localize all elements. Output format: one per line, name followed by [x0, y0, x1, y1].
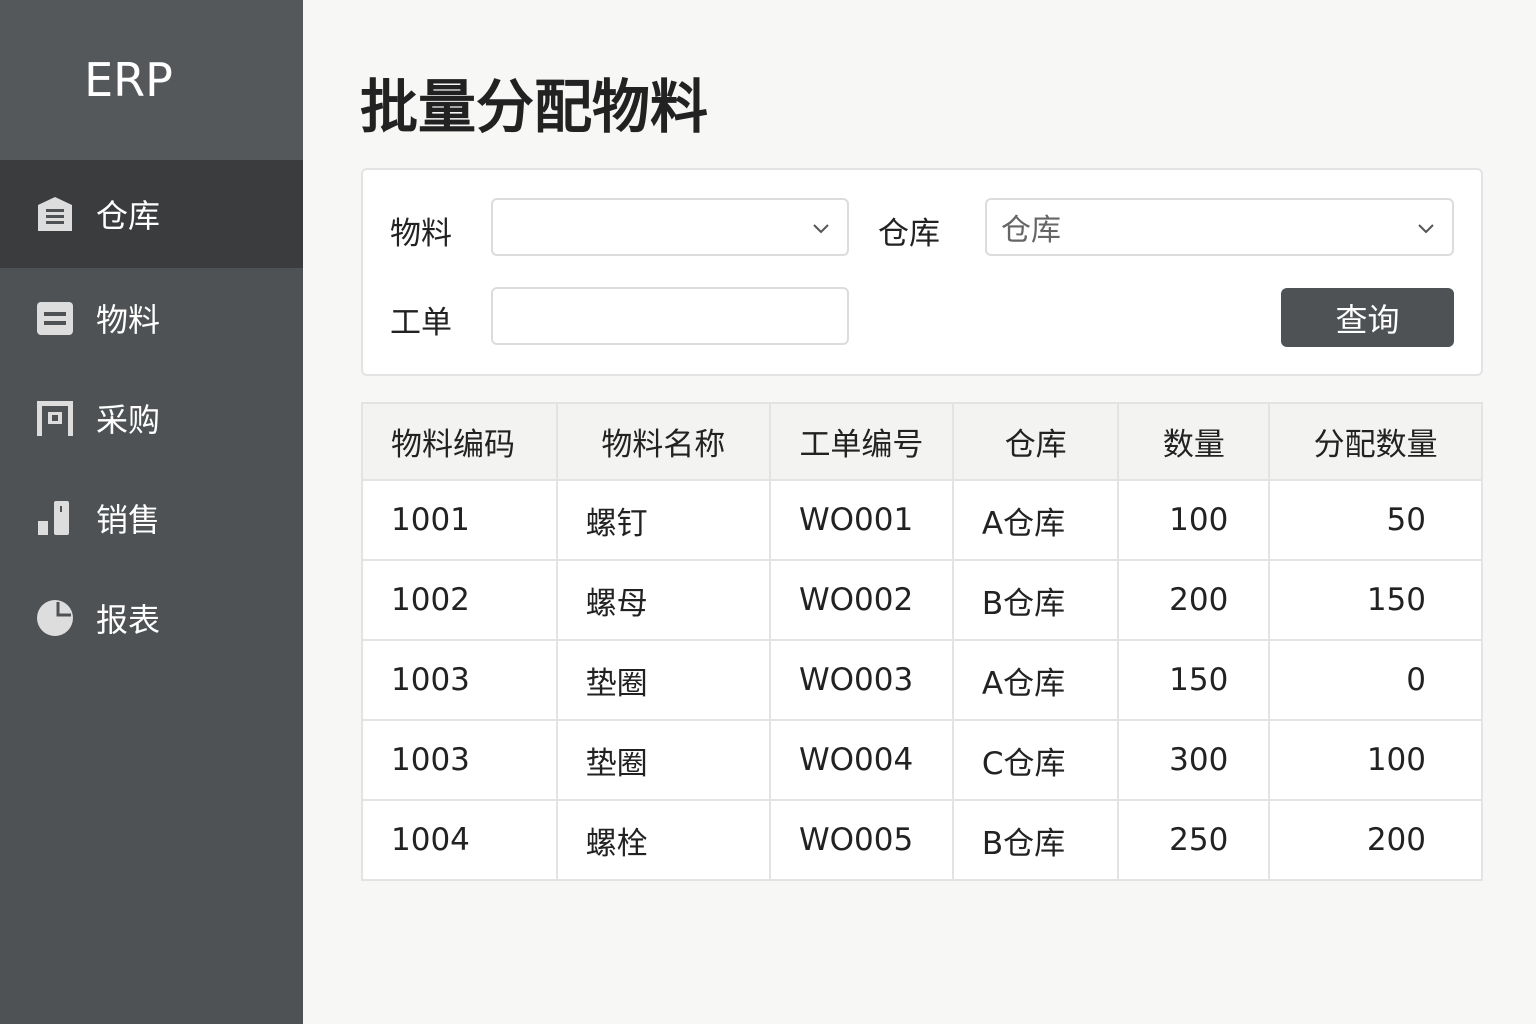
- logo: ERP: [0, 0, 303, 160]
- sidebar-item-label: 销售: [96, 501, 161, 539]
- sidebar-item-purchase[interactable]: 采购: [0, 368, 303, 468]
- table-cell: WO005: [768, 799, 954, 881]
- sidebar-item-sales[interactable]: 销售: [0, 468, 303, 568]
- chevron-down-icon: [813, 224, 829, 234]
- column-header: 物料编码: [361, 402, 558, 481]
- table-cell: 螺栓: [555, 799, 771, 881]
- table-row[interactable]: 1004 螺栓 WO005 B仓库 250 200: [361, 799, 1483, 881]
- table-cell: 300: [1117, 719, 1271, 801]
- sidebar-item-material[interactable]: 物料: [0, 268, 303, 368]
- table-cell: 50: [1268, 479, 1483, 561]
- table-cell: 100: [1268, 719, 1483, 801]
- table-cell: 1001: [361, 479, 558, 561]
- allocation-table: 物料编码 物料名称 工单编号 仓库 数量 分配数量 1001 螺钉 WO001 A仓库 100 50…: [361, 402, 1483, 881]
- column-header: 仓库: [951, 402, 1120, 481]
- sidebar-item-warehouse[interactable]: 仓库: [0, 160, 303, 268]
- material-icon: [37, 302, 73, 335]
- warehouse-select-value: 仓库: [1001, 213, 1061, 248]
- sales-chart-icon: [38, 501, 69, 535]
- table-cell: A仓库: [951, 479, 1120, 561]
- sidebar-item-label: 报表: [96, 601, 161, 639]
- table-cell: WO001: [768, 479, 954, 561]
- table-cell: A仓库: [951, 639, 1120, 721]
- table-cell: 200: [1117, 559, 1271, 641]
- workorder-input[interactable]: [491, 287, 849, 345]
- query-button[interactable]: 查询: [1281, 288, 1454, 347]
- column-header: 分配数量: [1268, 402, 1483, 481]
- table-cell: B仓库: [951, 799, 1120, 881]
- table-row[interactable]: 1003 垫圈 WO003 A仓库 150 0: [361, 639, 1483, 721]
- material-select[interactable]: [491, 198, 849, 256]
- material-label: 物料: [390, 216, 452, 252]
- table-cell: 1002: [361, 559, 558, 641]
- table-row[interactable]: 1003 垫圈 WO004 C仓库 300 100: [361, 719, 1483, 801]
- table-cell: 1003: [361, 719, 558, 801]
- workorder-label: 工单: [390, 305, 452, 341]
- sidebar-item-label: 物料: [96, 301, 161, 339]
- table-cell: 100: [1117, 479, 1271, 561]
- sidebar-item-label: 采购: [96, 401, 161, 439]
- table-cell: 螺钉: [555, 479, 771, 561]
- table-cell: 150: [1117, 639, 1271, 721]
- column-header: 工单编号: [768, 402, 954, 481]
- table-cell: WO003: [768, 639, 954, 721]
- table-cell: WO002: [768, 559, 954, 641]
- table-cell: 1004: [361, 799, 558, 881]
- table-cell: 200: [1268, 799, 1483, 881]
- table-row[interactable]: 1002 螺母 WO002 B仓库 200 150: [361, 559, 1483, 641]
- purchase-icon: [37, 401, 73, 436]
- table-cell: 0: [1268, 639, 1483, 721]
- table-cell: 150: [1268, 559, 1483, 641]
- table-cell: C仓库: [951, 719, 1120, 801]
- column-header: 数量: [1117, 402, 1271, 481]
- sidebar-item-reports[interactable]: 报表: [0, 568, 303, 668]
- table-cell: 250: [1117, 799, 1271, 881]
- sidebar: ERP 仓库 物料 采购 销售 报表: [0, 0, 303, 1024]
- sidebar-item-label: 仓库: [96, 197, 161, 235]
- table-cell: 螺母: [555, 559, 771, 641]
- table-header-row: 物料编码 物料名称 工单编号 仓库 数量 分配数量: [361, 402, 1483, 481]
- table-cell: B仓库: [951, 559, 1120, 641]
- table-row[interactable]: 1001 螺钉 WO001 A仓库 100 50: [361, 479, 1483, 561]
- chevron-down-icon: [1418, 224, 1434, 234]
- table-cell: 垫圈: [555, 719, 771, 801]
- table-cell: 垫圈: [555, 639, 771, 721]
- page-title: 批量分配物料: [360, 73, 709, 141]
- warehouse-icon: [38, 197, 72, 231]
- column-header: 物料名称: [555, 402, 771, 481]
- warehouse-label: 仓库: [878, 216, 940, 252]
- warehouse-select[interactable]: 仓库: [985, 198, 1454, 256]
- table-cell: 1003: [361, 639, 558, 721]
- filter-panel: 物料 仓库 仓库 工单 查询: [361, 168, 1483, 376]
- table-cell: WO004: [768, 719, 954, 801]
- pie-chart-icon: [37, 600, 73, 636]
